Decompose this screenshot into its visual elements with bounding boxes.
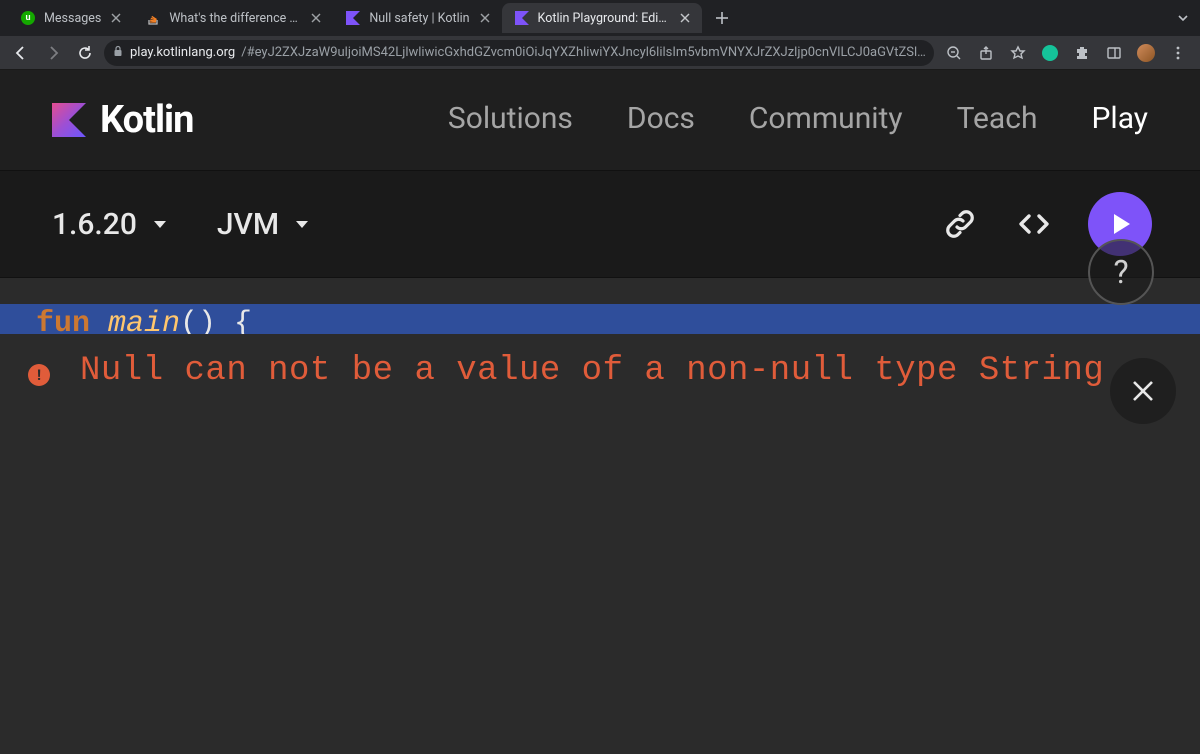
tab-title: Kotlin Playground: Edit, Run, S xyxy=(538,11,670,26)
tab-title: Messages xyxy=(44,11,101,26)
kotlin-icon xyxy=(345,10,361,26)
new-tab-button[interactable] xyxy=(708,4,736,32)
kotlin-logo[interactable]: Kotlin xyxy=(52,98,193,142)
kebab-menu-icon[interactable] xyxy=(1164,40,1192,66)
tab-title: Null safety | Kotlin xyxy=(369,11,469,26)
tabs-overflow-chevron-icon[interactable] xyxy=(1176,10,1190,29)
target-dropdown[interactable]: JVM xyxy=(217,207,311,242)
stackoverflow-icon xyxy=(145,10,161,26)
site-header: Kotlin Solutions Docs Community Teach Pl… xyxy=(0,70,1200,170)
lock-icon xyxy=(112,45,124,61)
reload-button[interactable] xyxy=(72,40,98,66)
zoom-icon[interactable] xyxy=(940,40,968,66)
close-icon xyxy=(1128,376,1158,406)
output-panel: ! Null can not be a value of a non-null … xyxy=(0,334,1200,754)
nav-play[interactable]: Play xyxy=(1091,101,1148,173)
nav-solutions[interactable]: Solutions xyxy=(448,101,573,173)
share-icon[interactable] xyxy=(972,40,1000,66)
address-bar[interactable]: play.kotlinlang.org /#eyJ2ZXJzaW9uljoiMS4… xyxy=(104,40,934,66)
profile-avatar[interactable] xyxy=(1132,40,1160,66)
help-label: ? xyxy=(1113,253,1128,291)
help-button[interactable]: ? xyxy=(1088,239,1154,305)
browser-toolbar: play.kotlinlang.org /#eyJ2ZXJzaW9uljoiMS4… xyxy=(0,36,1200,70)
close-icon[interactable] xyxy=(309,11,323,25)
url-host: play.kotlinlang.org xyxy=(130,45,235,60)
play-icon xyxy=(1105,209,1135,239)
close-icon[interactable] xyxy=(478,11,492,25)
error-icon: ! xyxy=(28,364,50,386)
browser-tab[interactable]: Null safety | Kotlin xyxy=(333,3,501,33)
back-button[interactable] xyxy=(8,40,34,66)
nav-docs[interactable]: Docs xyxy=(627,101,695,173)
close-icon[interactable] xyxy=(109,11,123,25)
browser-tab[interactable]: u Messages xyxy=(8,3,133,33)
nav-teach[interactable]: Teach xyxy=(957,101,1038,173)
forward-button[interactable] xyxy=(40,40,66,66)
kotlin-icon xyxy=(514,10,530,26)
version-dropdown[interactable]: 1.6.20 xyxy=(52,207,169,242)
brand-name: Kotlin xyxy=(100,98,193,142)
version-value: 1.6.20 xyxy=(52,207,137,242)
error-message: Null can not be a value of a non-null ty… xyxy=(80,352,1104,390)
upwork-icon: u xyxy=(20,10,36,26)
browser-tab[interactable]: What's the difference between xyxy=(133,3,333,33)
browser-tab-active[interactable]: Kotlin Playground: Edit, Run, S xyxy=(502,3,702,33)
close-panel-button[interactable] xyxy=(1110,358,1176,424)
chevron-down-icon xyxy=(293,215,311,233)
kotlin-logo-icon xyxy=(52,102,86,138)
browser-tabstrip: u Messages What's the difference between… xyxy=(0,0,1200,36)
tab-title: What's the difference between xyxy=(169,11,301,26)
chevron-down-icon xyxy=(151,215,169,233)
embed-code-button[interactable] xyxy=(1014,204,1054,244)
side-panel-icon[interactable] xyxy=(1100,40,1128,66)
url-path: /#eyJ2ZXJzaW9uljoiMS42LjlwliwicGxhdGZvcm… xyxy=(241,45,926,60)
bookmark-icon[interactable] xyxy=(1004,40,1032,66)
nav-community[interactable]: Community xyxy=(749,101,903,173)
close-icon[interactable] xyxy=(678,11,692,25)
target-value: JVM xyxy=(217,207,279,242)
playground-toolbar: 1.6.20 JVM ? xyxy=(0,170,1200,278)
main-nav: Solutions Docs Community Teach Play xyxy=(448,101,1148,139)
share-link-button[interactable] xyxy=(940,204,980,244)
code-editor[interactable]: fun main() { xyxy=(0,278,1200,334)
code-line: fun main() { xyxy=(0,304,1200,334)
extension-grammarly-icon[interactable] xyxy=(1036,40,1064,66)
extensions-icon[interactable] xyxy=(1068,40,1096,66)
